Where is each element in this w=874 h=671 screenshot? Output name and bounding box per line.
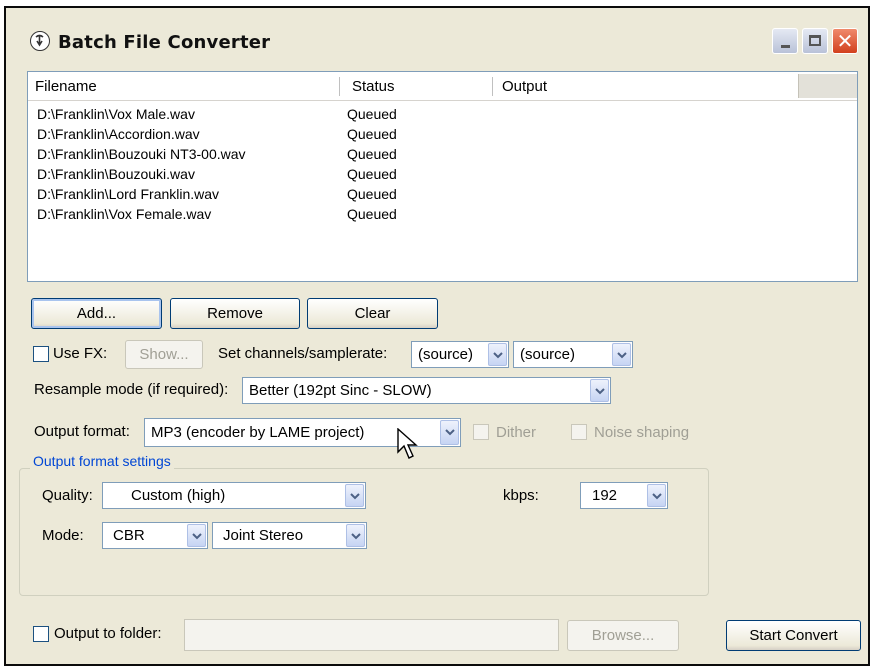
show-fx-button[interactable]: Show...: [125, 340, 203, 369]
mode-label: Mode:: [42, 527, 84, 544]
start-convert-button[interactable]: Start Convert: [726, 620, 861, 651]
quality-value: Custom (high): [131, 487, 226, 504]
column-header-status[interactable]: Status: [340, 72, 492, 100]
samplerate-select[interactable]: (source): [513, 341, 633, 368]
status-cell: Queued: [347, 106, 397, 122]
filename-cell: D:\Franklin\Bouzouki.wav: [37, 166, 195, 182]
list-header: Filename Status Output: [28, 72, 857, 101]
remove-button[interactable]: Remove: [170, 298, 300, 329]
kbps-label: kbps:: [503, 487, 539, 504]
mode-select[interactable]: CBR: [102, 522, 208, 549]
chevron-down-icon[interactable]: [488, 343, 507, 366]
filename-cell: D:\Franklin\Accordion.wav: [37, 126, 200, 142]
add-button[interactable]: Add...: [31, 298, 162, 329]
table-row[interactable]: D:\Franklin\Lord Franklin.wav Queued: [28, 184, 857, 204]
chevron-down-icon[interactable]: [590, 379, 609, 402]
status-cell: Queued: [347, 126, 397, 142]
table-row[interactable]: D:\Franklin\Vox Female.wav Queued: [28, 204, 857, 224]
kbps-value: 192: [592, 487, 618, 504]
title-bar[interactable]: Batch File Converter ✕: [6, 8, 868, 62]
chevron-down-icon[interactable]: [346, 524, 365, 547]
table-row[interactable]: D:\Franklin\Bouzouki.wav Queued: [28, 164, 857, 184]
filename-cell: D:\Franklin\Vox Female.wav: [37, 206, 212, 222]
close-icon: ✕: [836, 29, 854, 53]
use-fx-checkbox[interactable]: [33, 346, 49, 362]
quality-label: Quality:: [42, 487, 93, 504]
filename-cell: D:\Franklin\Vox Male.wav: [37, 106, 195, 122]
resample-mode-value: Better (192pt Sinc - SLOW): [249, 382, 432, 399]
status-cell: Queued: [347, 166, 397, 182]
output-folder-field[interactable]: [184, 619, 559, 651]
table-row[interactable]: D:\Franklin\Bouzouki NT3-00.wav Queued: [28, 144, 857, 164]
dither-label: Dither: [496, 424, 537, 441]
status-cell: Queued: [347, 146, 397, 162]
use-fx-label: Use FX:: [53, 345, 108, 362]
maximize-button[interactable]: [802, 28, 828, 54]
column-header-output[interactable]: Output: [493, 72, 798, 100]
resample-mode-label: Resample mode (if required):: [34, 381, 229, 398]
channels-label: Set channels/samplerate:: [218, 345, 388, 362]
output-format-value: MP3 (encoder by LAME project): [151, 424, 365, 441]
chevron-down-icon[interactable]: [612, 343, 631, 366]
clear-button[interactable]: Clear: [307, 298, 438, 329]
minimize-button[interactable]: [772, 28, 798, 54]
mode-value: CBR: [113, 527, 145, 544]
resample-mode-select[interactable]: Better (192pt Sinc - SLOW): [242, 377, 611, 404]
quality-select[interactable]: Custom (high): [102, 482, 366, 509]
channels-value: (source): [418, 346, 474, 363]
close-button[interactable]: ✕: [832, 28, 858, 54]
table-row[interactable]: D:\Franklin\Accordion.wav Queued: [28, 124, 857, 144]
filename-cell: D:\Franklin\Lord Franklin.wav: [37, 186, 220, 202]
chevron-down-icon[interactable]: [440, 420, 459, 445]
noise-shaping-label: Noise shaping: [594, 424, 690, 441]
column-header-filename[interactable]: Filename: [28, 72, 340, 100]
dither-checkbox[interactable]: [473, 424, 489, 440]
output-to-folder-checkbox[interactable]: [33, 626, 49, 642]
filename-cell: D:\Franklin\Bouzouki NT3-00.wav: [37, 146, 246, 162]
kbps-select[interactable]: 192: [580, 482, 668, 509]
chevron-down-icon[interactable]: [647, 484, 666, 507]
mouse-cursor-icon: [397, 428, 418, 459]
file-list[interactable]: Filename Status Output D:\Franklin\Vox M…: [27, 71, 858, 282]
output-format-label: Output format:: [34, 423, 130, 440]
app-icon: [30, 31, 50, 51]
status-cell: Queued: [347, 206, 397, 222]
chevron-down-icon[interactable]: [187, 524, 206, 547]
minimize-icon: [781, 45, 790, 48]
chevron-down-icon[interactable]: [345, 484, 364, 507]
samplerate-value: (source): [520, 346, 576, 363]
window-title: Batch File Converter: [58, 32, 271, 53]
maximize-icon: [809, 35, 821, 46]
table-row[interactable]: D:\Franklin\Vox Male.wav Queued: [28, 104, 857, 124]
browse-button[interactable]: Browse...: [567, 620, 679, 651]
output-to-folder-label: Output to folder:: [54, 625, 162, 642]
output-format-settings-title: Output format settings: [30, 453, 174, 469]
status-cell: Queued: [347, 186, 397, 202]
noise-shaping-checkbox[interactable]: [571, 424, 587, 440]
stereo-mode-select[interactable]: Joint Stereo: [212, 522, 367, 549]
stereo-mode-value: Joint Stereo: [223, 527, 304, 544]
channels-select[interactable]: (source): [411, 341, 509, 368]
column-header-filler: [798, 74, 857, 98]
